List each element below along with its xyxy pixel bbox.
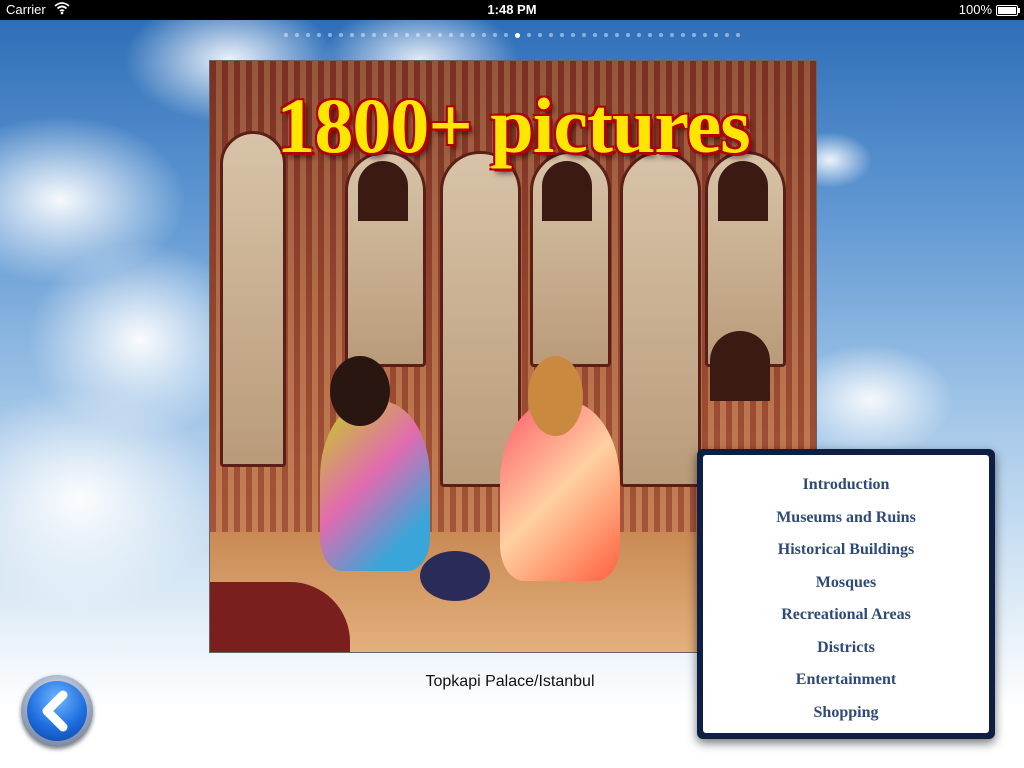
wall-panel [620, 151, 701, 487]
page-dot[interactable] [438, 33, 442, 37]
back-arrow-icon [42, 690, 68, 732]
page-dot[interactable] [295, 33, 299, 37]
page-dot[interactable] [504, 33, 508, 37]
cushion [420, 551, 490, 601]
page-dot[interactable] [736, 33, 740, 37]
menu-item[interactable]: Introduction [703, 469, 989, 502]
menu-item[interactable]: Mosques [703, 567, 989, 600]
person-left [320, 401, 430, 571]
page-dot[interactable] [361, 33, 365, 37]
menu-item[interactable]: Districts [703, 632, 989, 665]
page-dot[interactable] [571, 33, 575, 37]
clock: 1:48 PM [487, 2, 537, 17]
page-dot[interactable] [372, 33, 376, 37]
page-dot[interactable] [471, 33, 475, 37]
page-dot[interactable] [670, 33, 674, 37]
page-dot[interactable] [648, 33, 652, 37]
person-left-hair [330, 356, 390, 426]
page-dot[interactable] [482, 33, 486, 37]
wall-panel [220, 131, 286, 467]
status-bar: Carrier 1:48 PM 100% [0, 0, 1024, 20]
page-dot[interactable] [538, 33, 542, 37]
section-menu: Introduction Museums and Ruins Historical … [697, 449, 995, 739]
page-dot[interactable] [449, 33, 453, 37]
page-dot[interactable] [659, 33, 663, 37]
page-dot[interactable] [284, 33, 288, 37]
page-dot[interactable] [681, 33, 685, 37]
wall-niche [710, 331, 770, 401]
page-dot[interactable] [405, 33, 409, 37]
menu-item[interactable]: Shopping [703, 697, 989, 730]
headline: 1800+ pictures [276, 82, 750, 169]
page-dot[interactable] [427, 33, 431, 37]
page-dot[interactable] [560, 33, 564, 37]
menu-item[interactable]: Historical Buildings [703, 534, 989, 567]
page-dot[interactable] [604, 33, 608, 37]
photo-caption: Topkapi Palace/Istanbul [425, 673, 595, 690]
page-dot[interactable] [306, 33, 310, 37]
page-dot[interactable] [394, 33, 398, 37]
back-button[interactable] [21, 675, 93, 747]
page-dot[interactable] [328, 33, 332, 37]
page-dot[interactable] [549, 33, 553, 37]
page-dot[interactable] [615, 33, 619, 37]
page-dot[interactable] [725, 33, 729, 37]
page-dot-active[interactable] [515, 33, 520, 38]
page-dot[interactable] [339, 33, 343, 37]
page-dot[interactable] [350, 33, 354, 37]
page-dot[interactable] [637, 33, 641, 37]
page-dot[interactable] [416, 33, 420, 37]
page-dot[interactable] [493, 33, 497, 37]
page-dot[interactable] [383, 33, 387, 37]
battery-icon [996, 5, 1020, 16]
page-indicator[interactable] [0, 33, 1024, 41]
page-dot[interactable] [703, 33, 707, 37]
page-dot[interactable] [714, 33, 718, 37]
page-dot[interactable] [582, 33, 586, 37]
page-dot[interactable] [626, 33, 630, 37]
menu-item[interactable]: Recreational Areas [703, 599, 989, 632]
page-dot[interactable] [460, 33, 464, 37]
battery-percent: 100% [958, 2, 992, 17]
section-menu-list: Introduction Museums and Ruins Historical … [703, 469, 989, 729]
menu-item[interactable]: Entertainment [703, 664, 989, 697]
menu-item[interactable]: Museums and Ruins [703, 502, 989, 535]
page-dot[interactable] [317, 33, 321, 37]
page-dot[interactable] [692, 33, 696, 37]
page-dot[interactable] [593, 33, 597, 37]
section-menu-panel: Introduction Museums and Ruins Historical … [703, 455, 989, 733]
page-dot[interactable] [527, 33, 531, 37]
person-right-hair [528, 356, 583, 436]
